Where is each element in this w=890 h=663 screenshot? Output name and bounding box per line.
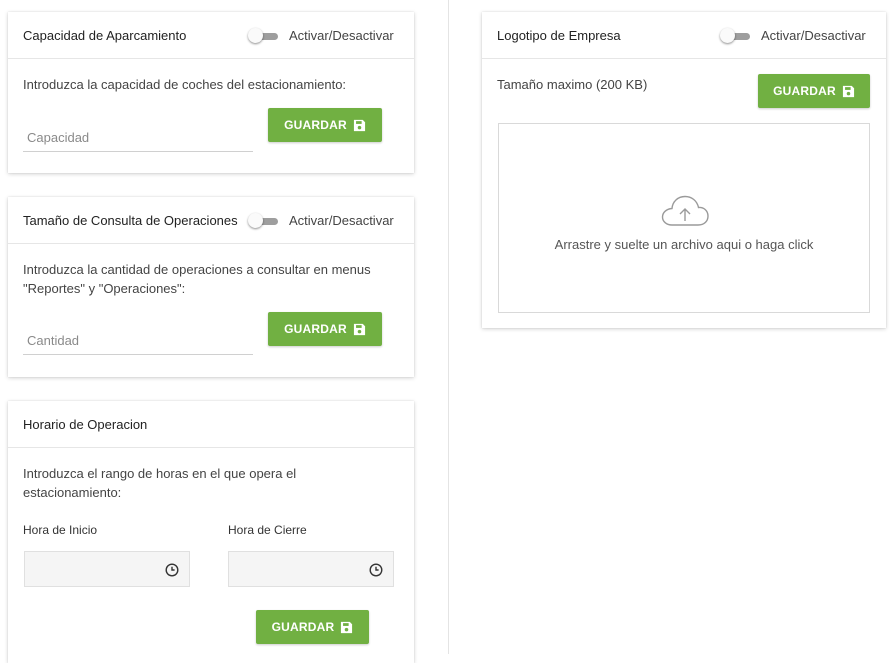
end-time-label: Hora de Cierre	[228, 523, 307, 537]
save-button[interactable]: GUARDAR	[758, 74, 870, 108]
max-size-text: Tamaño maximo (200 KB)	[497, 77, 648, 92]
column-divider	[448, 0, 449, 654]
save-icon	[341, 621, 353, 633]
file-dropzone[interactable]: Arrastre y suelte un archivo aqui o haga…	[498, 123, 870, 313]
dropzone-text: Arrastre y suelte un archivo aqui o haga…	[554, 237, 814, 252]
toggle-switch[interactable]	[248, 27, 280, 43]
start-time-label: Hora de Inicio	[23, 523, 98, 537]
toggle-switch[interactable]	[248, 212, 280, 228]
card-header: Logotipo de Empresa Activar/Desactivar	[482, 12, 886, 59]
toggle-label: Activar/Desactivar	[289, 213, 394, 228]
save-icon	[842, 85, 854, 97]
card-header: Tamaño de Consulta de Operaciones Activa…	[8, 197, 414, 244]
card-description: Introduzca el rango de horas en el que o…	[23, 466, 297, 500]
card-header: Horario de Operacion	[8, 401, 414, 448]
parking-capacity-toggle[interactable]: Activar/Desactivar	[248, 27, 394, 43]
save-button[interactable]: GUARDAR	[268, 312, 382, 346]
operations-query-toggle[interactable]: Activar/Desactivar	[248, 212, 394, 228]
card-title: Horario de Operacion	[23, 417, 148, 432]
save-icon	[353, 323, 365, 335]
quantity-input-wrapper	[23, 326, 261, 355]
card-title: Logotipo de Empresa	[497, 28, 621, 43]
save-button-label: GUARDAR	[284, 118, 347, 132]
capacity-input-wrapper	[23, 123, 261, 152]
toggle-label: Activar/Desactivar	[289, 28, 394, 43]
save-button[interactable]: GUARDAR	[268, 108, 382, 142]
company-logo-toggle[interactable]: Activar/Desactivar	[720, 27, 866, 43]
quantity-input[interactable]	[23, 326, 261, 354]
operations-query-card: Tamaño de Consulta de Operaciones Activa…	[8, 197, 414, 377]
clock-icon[interactable]	[369, 563, 383, 577]
card-title: Capacidad de Aparcamiento	[23, 28, 187, 43]
card-title: Tamaño de Consulta de Operaciones	[23, 213, 238, 228]
save-button-label: GUARDAR	[773, 84, 836, 98]
save-button[interactable]: GUARDAR	[256, 610, 369, 644]
capacity-input[interactable]	[23, 123, 261, 151]
card-description: Introduzca la capacidad de coches del es…	[23, 77, 347, 92]
operating-hours-card: Horario de Operacion Introduzca el rango…	[8, 401, 414, 663]
save-icon	[353, 119, 365, 131]
card-header: Capacidad de Aparcamiento Activar/Desact…	[8, 12, 414, 59]
parking-capacity-card: Capacidad de Aparcamiento Activar/Desact…	[8, 12, 414, 173]
toggle-label: Activar/Desactivar	[761, 28, 866, 43]
company-logo-card: Logotipo de Empresa Activar/Desactivar T…	[482, 12, 886, 328]
save-button-label: GUARDAR	[284, 322, 347, 336]
card-description: Introduzca la cantidad de operaciones a …	[23, 262, 371, 296]
toggle-switch[interactable]	[720, 27, 752, 43]
clock-icon[interactable]	[165, 563, 179, 577]
cloud-upload-icon	[661, 195, 709, 226]
save-button-label: GUARDAR	[271, 620, 335, 634]
end-time-input[interactable]	[228, 551, 394, 587]
start-time-input[interactable]	[24, 551, 190, 587]
